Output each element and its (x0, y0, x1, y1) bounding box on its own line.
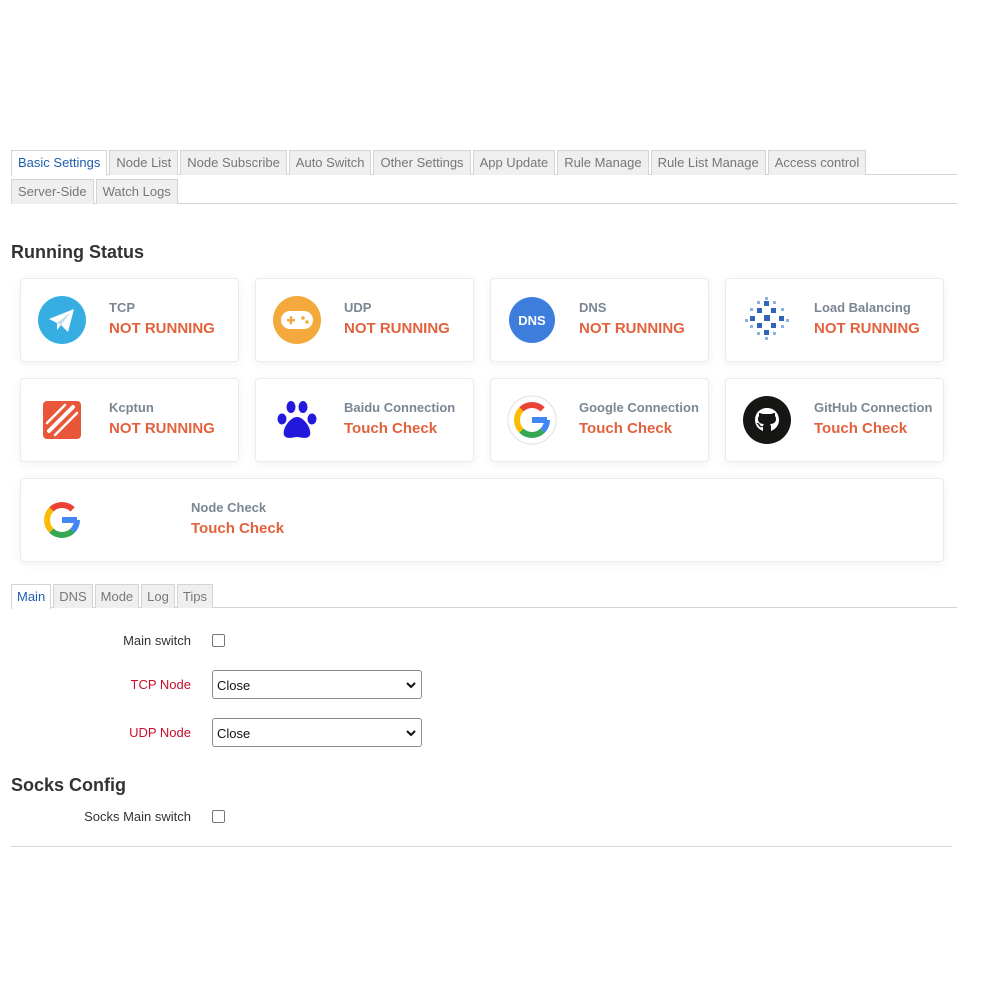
tcp-node-value: Close (217, 678, 251, 693)
dns-icon: DNS (509, 297, 555, 343)
load-balancing-icon (745, 297, 789, 340)
card-label: Kcptun (109, 400, 154, 415)
subtab-log[interactable]: Log (141, 584, 175, 608)
status-card-udp: UDP NOT RUNNING (255, 278, 474, 362)
socks-config-title: Socks Config (11, 775, 127, 795)
tab-node-subscribe[interactable]: Node Subscribe (180, 150, 287, 175)
tab-server-side[interactable]: Server-Side (11, 179, 94, 204)
card-status: NOT RUNNING (814, 320, 920, 337)
google-icon (507, 395, 557, 445)
github-icon (743, 396, 791, 444)
card-status[interactable]: Touch Check (191, 520, 284, 537)
tab-auto-switch[interactable]: Auto Switch (288, 150, 372, 175)
card-label: Google Connection (579, 400, 699, 415)
status-card-google: Google Connection Touch Check (490, 378, 709, 462)
card-label: Load Balancing (814, 300, 911, 315)
status-card-tcp: TCP NOT RUNNING (20, 278, 239, 362)
subtab-main[interactable]: Main (11, 584, 52, 609)
card-status: NOT RUNNING (109, 420, 215, 437)
socks-main-switch-label: Socks Main switch (84, 809, 191, 824)
dns-icon-text: DNS (518, 313, 546, 328)
tab-basic-settings[interactable]: Basic Settings (11, 150, 108, 176)
section-divider (11, 846, 952, 847)
tab-access-control[interactable]: Access control (767, 150, 867, 175)
tab-app-update[interactable]: App Update (472, 150, 556, 175)
tab-watch-logs[interactable]: Watch Logs (95, 179, 178, 204)
card-label: Baidu Connection (344, 400, 456, 415)
tab-other-settings[interactable]: Other Settings (373, 150, 471, 175)
tab-node-list[interactable]: Node List (109, 150, 179, 175)
subtab-dns[interactable]: DNS (53, 584, 93, 608)
status-card-baidu: Baidu Connection Touch Check (255, 378, 474, 462)
udp-node-value: Close (217, 726, 251, 741)
card-status: Touch Check (814, 420, 908, 437)
google-icon (44, 502, 80, 538)
tcp-node-label: TCP Node (130, 677, 191, 692)
udp-node-select[interactable]: Close (212, 718, 422, 747)
udp-node-label: UDP Node (129, 725, 191, 740)
chevron-down-icon (406, 682, 416, 689)
status-card-dns: DNS DNS NOT RUNNING (490, 278, 709, 362)
card-label: TCP (109, 300, 135, 315)
status-card-github: GitHub Connection Touch Check (725, 378, 944, 462)
telegram-plane-icon (38, 296, 86, 344)
main-switch-checkbox[interactable] (212, 634, 225, 647)
card-status: NOT RUNNING (579, 320, 685, 337)
card-status: NOT RUNNING (109, 320, 215, 337)
card-status: Touch Check (344, 420, 438, 437)
gamepad-icon (273, 296, 321, 344)
status-card-kcptun: Kcptun NOT RUNNING (20, 378, 239, 462)
card-label: DNS (579, 300, 607, 315)
chevron-down-icon (406, 730, 416, 737)
baidu-paw-icon (277, 401, 317, 438)
card-label: UDP (344, 300, 372, 315)
socks-main-switch-checkbox[interactable] (212, 810, 225, 823)
status-card-load-balancing: Load Balancing NOT RUNNING (725, 278, 944, 362)
card-label: Node Check (191, 500, 267, 515)
card-label: GitHub Connection (814, 400, 933, 415)
subtab-mode[interactable]: Mode (94, 584, 140, 608)
card-status: NOT RUNNING (344, 320, 450, 337)
main-tab-bar-row2: Server-Side Watch Logs (11, 179, 957, 204)
sub-tab-bar: Main DNS Mode Log Tips (11, 584, 957, 609)
main-switch-label: Main switch (123, 633, 191, 648)
card-status: Touch Check (579, 420, 673, 437)
kcptun-icon (43, 401, 81, 439)
main-tab-bar: Basic Settings Node List Node Subscribe … (11, 150, 957, 176)
running-status-title: Running Status (11, 242, 144, 262)
tab-rule-list-manage[interactable]: Rule List Manage (650, 150, 766, 175)
tab-rule-manage[interactable]: Rule Manage (557, 150, 649, 175)
tcp-node-select[interactable]: Close (212, 670, 422, 699)
subtab-tips[interactable]: Tips (176, 584, 213, 608)
status-card-node-check: Node Check Touch Check (20, 478, 944, 562)
